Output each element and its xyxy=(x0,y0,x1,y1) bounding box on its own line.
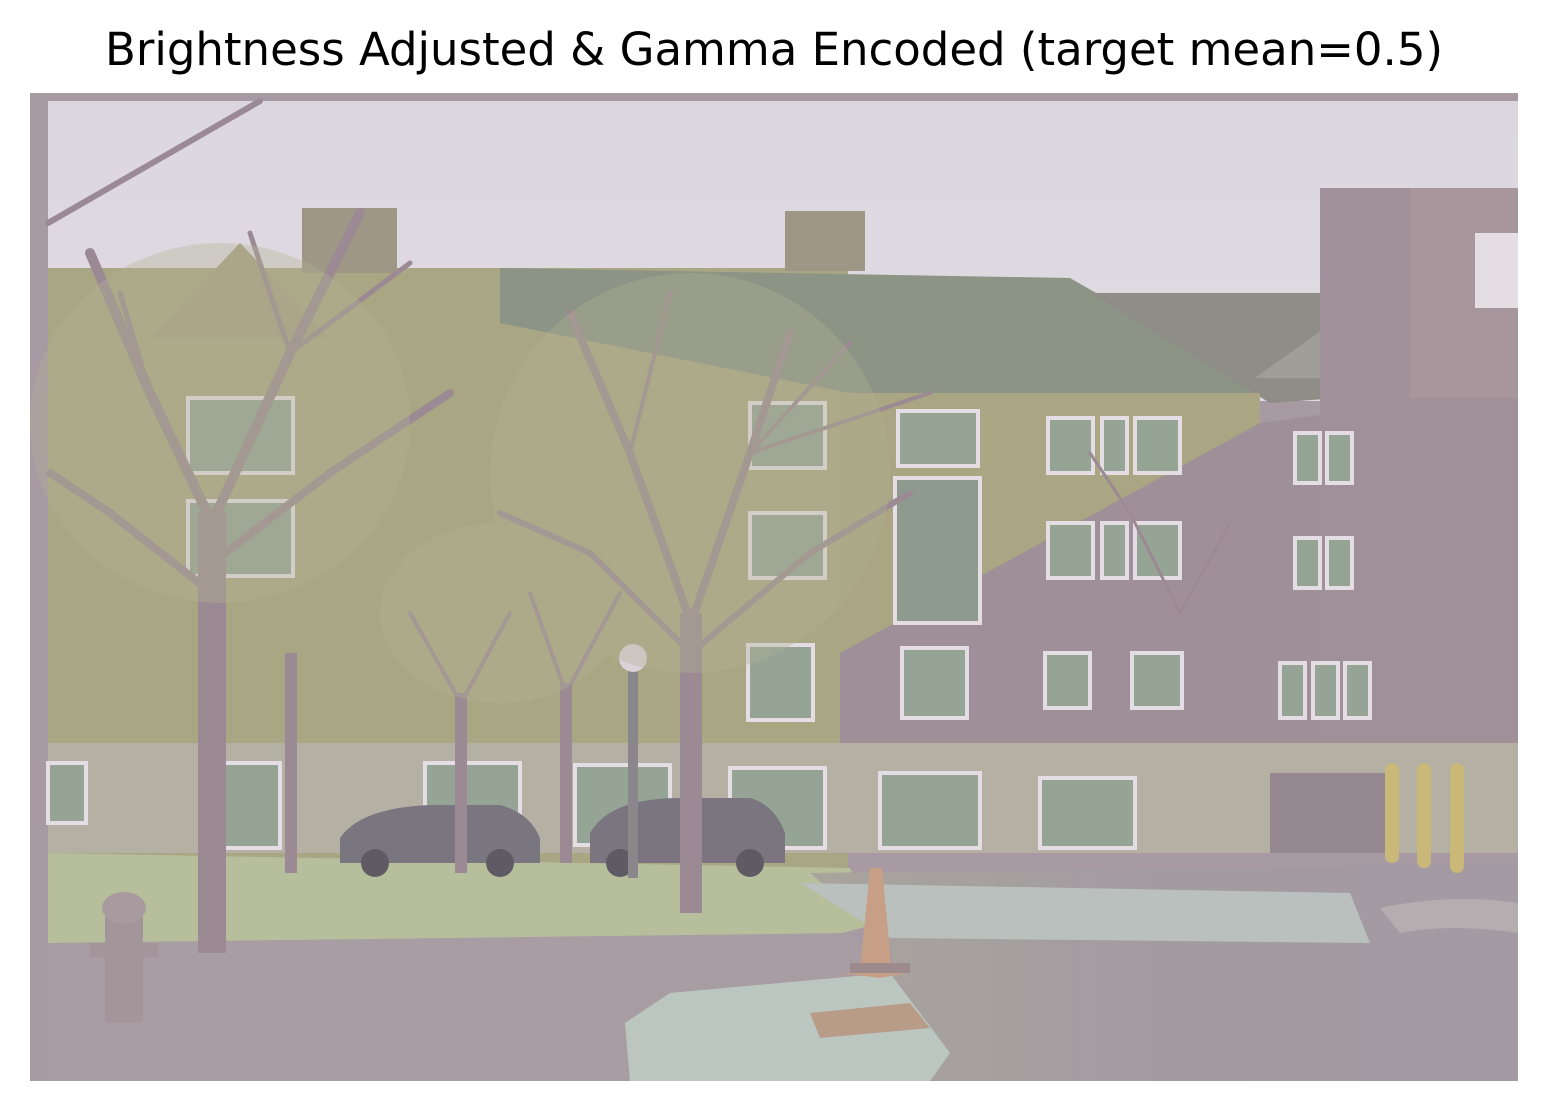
figure: Brightness Adjusted & Gamma Encoded (tar… xyxy=(0,0,1548,1111)
bollard xyxy=(1450,763,1464,873)
photo-canvas xyxy=(30,93,1518,1081)
lamp-post xyxy=(628,663,638,878)
chimney-center xyxy=(785,211,865,271)
photo-panel xyxy=(30,93,1518,1081)
bay-window xyxy=(893,476,982,625)
figure-title: Brightness Adjusted & Gamma Encoded (tar… xyxy=(104,23,1444,76)
bollard xyxy=(1417,763,1431,868)
bollard xyxy=(1385,763,1399,863)
garage-opening xyxy=(1270,773,1390,853)
tower-vent xyxy=(1475,233,1518,308)
